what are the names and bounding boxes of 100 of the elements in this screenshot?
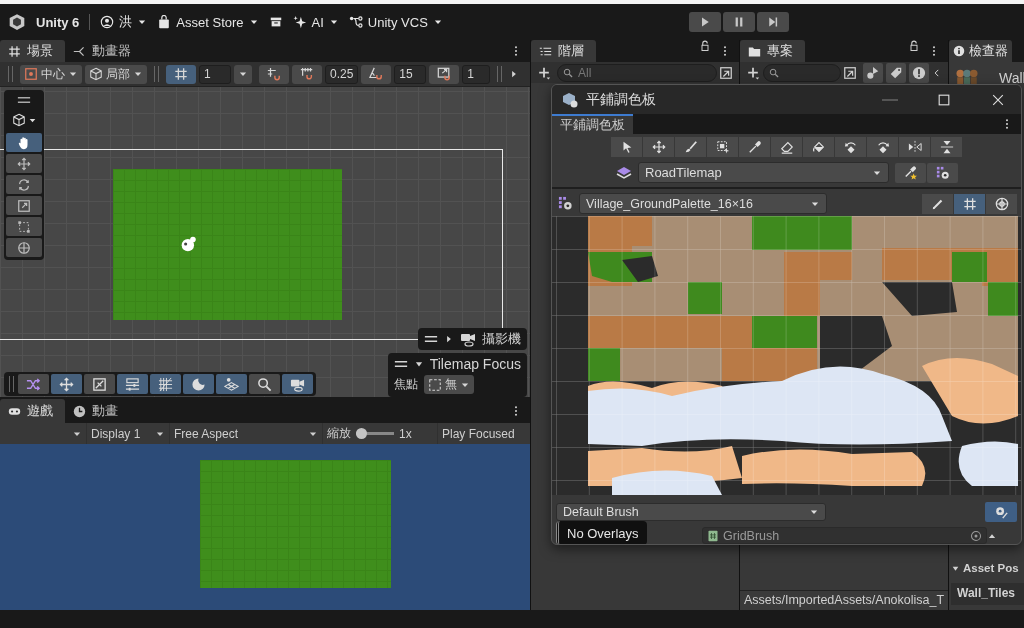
hierarchy-tab[interactable]: 階層 [531, 40, 596, 62]
overlay-button[interactable] [84, 374, 115, 394]
branch-icon [348, 15, 363, 29]
scale-snap-field[interactable]: 1 [462, 64, 491, 84]
palette-tool-button[interactable] [867, 137, 898, 157]
tool-button[interactable] [6, 154, 42, 173]
alert-filter-button[interactable] [909, 62, 929, 83]
pivot-dropdown[interactable]: 中心 [20, 64, 82, 84]
palette-tool-button[interactable] [835, 137, 866, 157]
palette-tool-button[interactable] [739, 137, 770, 157]
panel-tab[interactable]: 動畫器 [65, 40, 143, 62]
user-icon [100, 15, 115, 29]
brush-settings-button[interactable] [985, 502, 1017, 522]
inspector-tab[interactable]: 檢查器 [949, 40, 1012, 62]
gear-cube-icon [562, 91, 578, 108]
palette-tab[interactable]: 平鋪調色板 [552, 114, 633, 134]
palette-tool-button[interactable] [931, 137, 962, 157]
overlay-title: Tilemap Focus [429, 356, 521, 372]
palette-tool-button[interactable] [643, 137, 674, 157]
rotate-icon [17, 177, 31, 192]
palette-tool-button[interactable] [675, 137, 706, 157]
rotate-snap-button[interactable] [361, 64, 392, 84]
palette-settings-button[interactable] [927, 162, 958, 183]
grid-toggle[interactable] [166, 64, 196, 84]
overlay-button[interactable] [18, 374, 49, 394]
cube-icon [11, 113, 26, 127]
step-button[interactable] [756, 12, 789, 32]
overlay-button[interactable] [216, 374, 247, 394]
move-snap-field[interactable]: 0.25 [325, 64, 359, 84]
play-focused-dropdown[interactable]: Play Focused [438, 423, 530, 444]
palette-tool-button[interactable] [899, 137, 930, 157]
overlay-button[interactable] [150, 374, 181, 394]
section-header: Asset Pos [963, 562, 1019, 574]
aspect-dropdown[interactable]: Free Aspect [170, 423, 322, 444]
play-button[interactable] [688, 12, 721, 32]
palette-tool-button[interactable] [803, 137, 834, 157]
label-filter-button[interactable] [886, 62, 906, 83]
overlay-button[interactable] [249, 374, 280, 394]
overlay-button[interactable] [183, 374, 214, 394]
tool-button[interactable] [6, 217, 42, 236]
overlay-button[interactable] [51, 374, 82, 394]
version-control-menu[interactable]: Unity VCS [348, 14, 443, 30]
account-menu[interactable]: 洪 [100, 13, 148, 31]
tool-button[interactable] [6, 238, 42, 257]
add-button[interactable] [537, 65, 551, 80]
target-tilemap-dropdown[interactable]: RoadTilemap [638, 162, 889, 183]
palette-tool-button[interactable] [771, 137, 802, 157]
move-arrows-icon [651, 140, 666, 154]
brush-dropdown[interactable]: Default Brush [556, 503, 826, 521]
panel-tab[interactable]: 動畫 [65, 399, 130, 423]
tool-button[interactable] [6, 133, 42, 152]
overlay-button[interactable] [117, 374, 148, 394]
view-mode-button[interactable] [922, 193, 953, 214]
scale-snap-button[interactable] [429, 64, 460, 84]
type-filter-button[interactable] [863, 62, 883, 83]
magnet-grid-icon [267, 67, 281, 81]
display-dropdown[interactable]: Display 1 [87, 423, 169, 444]
bag-icon [157, 15, 172, 29]
hash-icon [962, 196, 977, 211]
hatch-icon [158, 376, 173, 392]
gizmo-icon [180, 235, 198, 253]
search-icon [257, 376, 272, 392]
overlay-button[interactable] [282, 374, 313, 394]
panel-tab[interactable]: 遊戲 [0, 399, 65, 423]
crescent-icon [191, 376, 206, 392]
grid-dropdown[interactable] [234, 64, 252, 84]
asset-label: Wall_Tiles [951, 583, 1024, 605]
view-mode-button[interactable] [954, 193, 985, 214]
plus-icon [537, 65, 551, 80]
tool-button[interactable] [6, 196, 42, 215]
dashed-box-icon [427, 377, 442, 392]
rotate-snap-field[interactable]: 15 [394, 64, 427, 84]
grid-snap-button[interactable] [259, 64, 289, 84]
focus-dropdown[interactable]: 無 [423, 375, 474, 394]
search-field[interactable]: All [557, 63, 717, 82]
ai-menu[interactable]: AI [292, 14, 339, 30]
space-dropdown[interactable]: 局部 [85, 64, 147, 84]
grid-size-field[interactable]: 1 [199, 64, 231, 84]
flip-horizontal-icon [907, 140, 922, 154]
pause-button[interactable] [722, 12, 755, 32]
palette-dropdown[interactable]: Village_GroundPalette_16×16 [579, 193, 827, 214]
package-button[interactable] [268, 15, 283, 29]
view-mode-button[interactable] [986, 193, 1017, 214]
palette-tool-button[interactable] [611, 137, 642, 157]
search-field[interactable] [763, 63, 841, 82]
move-arrows-icon [59, 376, 74, 392]
transform-icon [17, 240, 31, 255]
add-button[interactable] [746, 65, 760, 80]
move-snap-button[interactable] [292, 64, 322, 84]
project-tab[interactable]: 專案 [740, 40, 805, 62]
asset-store-menu[interactable]: Asset Store [157, 14, 259, 30]
camera-overlay[interactable]: 攝影機 [418, 328, 527, 350]
eraser-icon [779, 140, 794, 154]
info-icon [953, 45, 965, 57]
tool-button[interactable] [6, 175, 42, 194]
maximize-icon [937, 92, 951, 107]
archive-icon [268, 15, 283, 29]
panel-tab[interactable]: 場景 [0, 40, 65, 62]
pick-target-button[interactable] [895, 162, 926, 183]
palette-tool-button[interactable] [707, 137, 738, 157]
